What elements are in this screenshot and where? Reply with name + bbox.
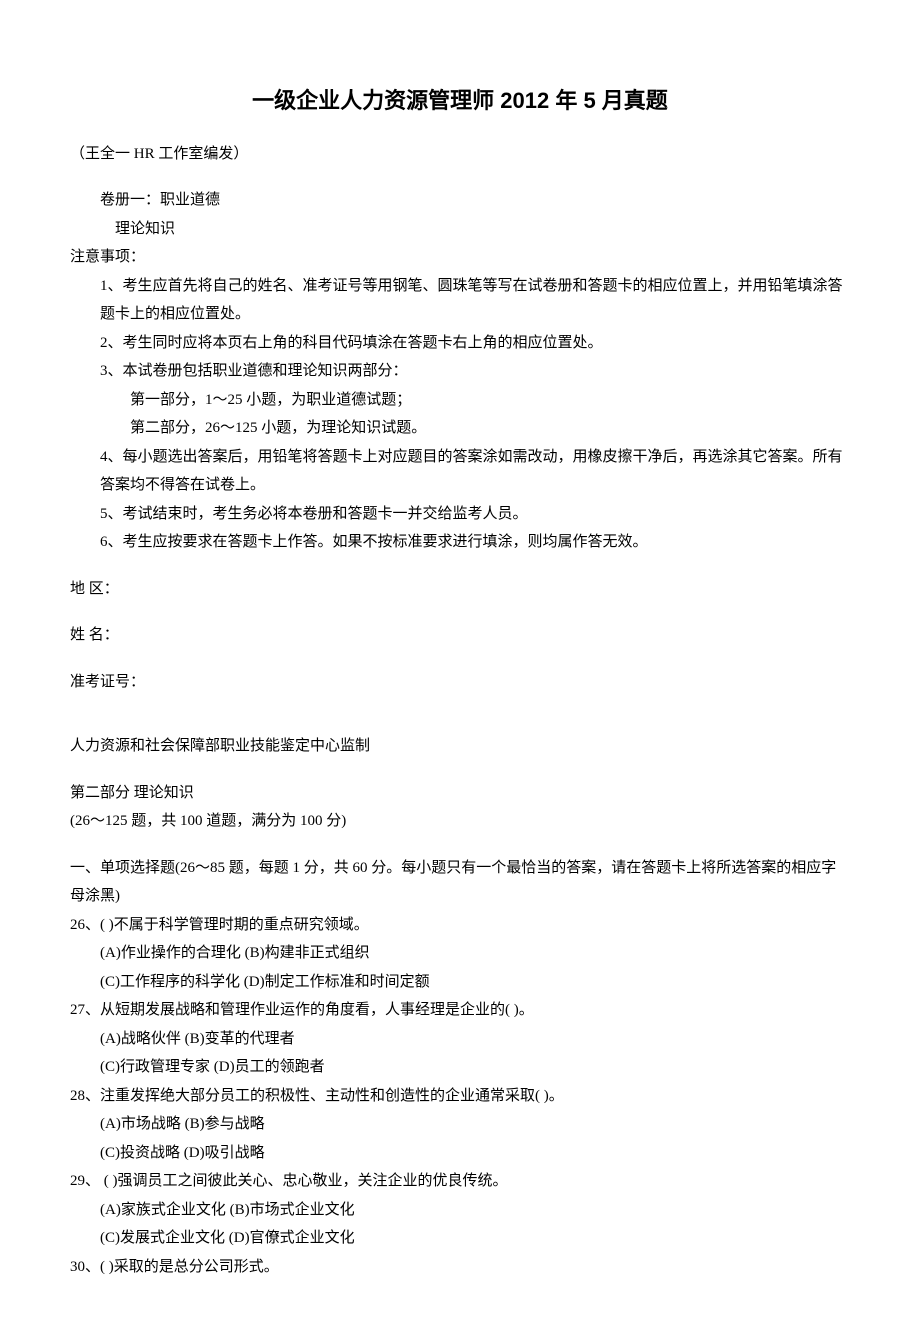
q29-opt-row2: (C)发展式企业文化 (D)官僚式企业文化 (70, 1224, 850, 1253)
footer-org: 人力资源和社会保障部职业技能鉴定中心监制 (70, 732, 850, 761)
field-name: 姓 名： (70, 621, 850, 650)
q30-stem: 30、( )采取的是总分公司形式。 (70, 1253, 850, 1282)
notice-item-3: 3、本试卷册包括职业道德和理论知识两部分： (70, 357, 850, 386)
part2-header: 第二部分 理论知识 (70, 779, 850, 808)
q27-opt-row1: (A)战略伙伴 (B)变革的代理者 (70, 1025, 850, 1054)
field-admission: 准考证号： (70, 668, 850, 697)
notice-item-2: 2、考生同时应将本页右上角的科目代码填涂在答题卡右上角的相应位置处。 (70, 329, 850, 358)
q29-stem: 29、 ( )强调员工之间彼此关心、忠心敬业，关注企业的优良传统。 (70, 1167, 850, 1196)
notice-item-1: 1、考生应首先将自己的姓名、准考证号等用钢笔、圆珠笔等写在试卷册和答题卡的相应位… (70, 272, 850, 329)
q28-opt-row2: (C)投资战略 (D)吸引战略 (70, 1139, 850, 1168)
document-title: 一级企业人力资源管理师 2012 年 5 月真题 (70, 80, 850, 122)
q26-opt-row1: (A)作业操作的合理化 (B)构建非正式组织 (70, 939, 850, 968)
section1-header: 一、单项选择题(26～85 题，每题 1 分，共 60 分。每小题只有一个最恰当… (70, 854, 850, 911)
part2-sub: (26～125 题，共 100 道题，满分为 100 分) (70, 807, 850, 836)
volume-sub: 理论知识 (70, 215, 850, 244)
q27-stem: 27、从短期发展战略和管理作业运作的角度看，人事经理是企业的( )。 (70, 996, 850, 1025)
q27-opt-row2: (C)行政管理专家 (D)员工的领跑者 (70, 1053, 850, 1082)
volume-line: 卷册一：职业道德 (70, 186, 850, 215)
q28-opt-row1: (A)市场战略 (B)参与战略 (70, 1110, 850, 1139)
notice-item-3a: 第一部分，1～25 小题，为职业道德试题； (70, 386, 850, 415)
author-line: （王全一 HR 工作室编发） (70, 140, 850, 169)
q29-opt-row1: (A)家族式企业文化 (B)市场式企业文化 (70, 1196, 850, 1225)
q28-stem: 28、注重发挥绝大部分员工的积极性、主动性和创造性的企业通常采取( )。 (70, 1082, 850, 1111)
notice-label: 注意事项： (70, 243, 850, 272)
notice-item-5: 5、考试结束时，考生务必将本卷册和答题卡一并交给监考人员。 (70, 500, 850, 529)
field-region: 地 区： (70, 575, 850, 604)
q26-opt-row2: (C)工作程序的科学化 (D)制定工作标准和时间定额 (70, 968, 850, 997)
notice-item-6: 6、考生应按要求在答题卡上作答。如果不按标准要求进行填涂，则均属作答无效。 (70, 528, 850, 557)
notice-item-4: 4、每小题选出答案后，用铅笔将答题卡上对应题目的答案涂如需改动，用橡皮擦干净后，… (70, 443, 850, 500)
notice-item-3b: 第二部分，26～125 小题，为理论知识试题。 (70, 414, 850, 443)
q26-stem: 26、( )不属于科学管理时期的重点研究领域。 (70, 911, 850, 940)
